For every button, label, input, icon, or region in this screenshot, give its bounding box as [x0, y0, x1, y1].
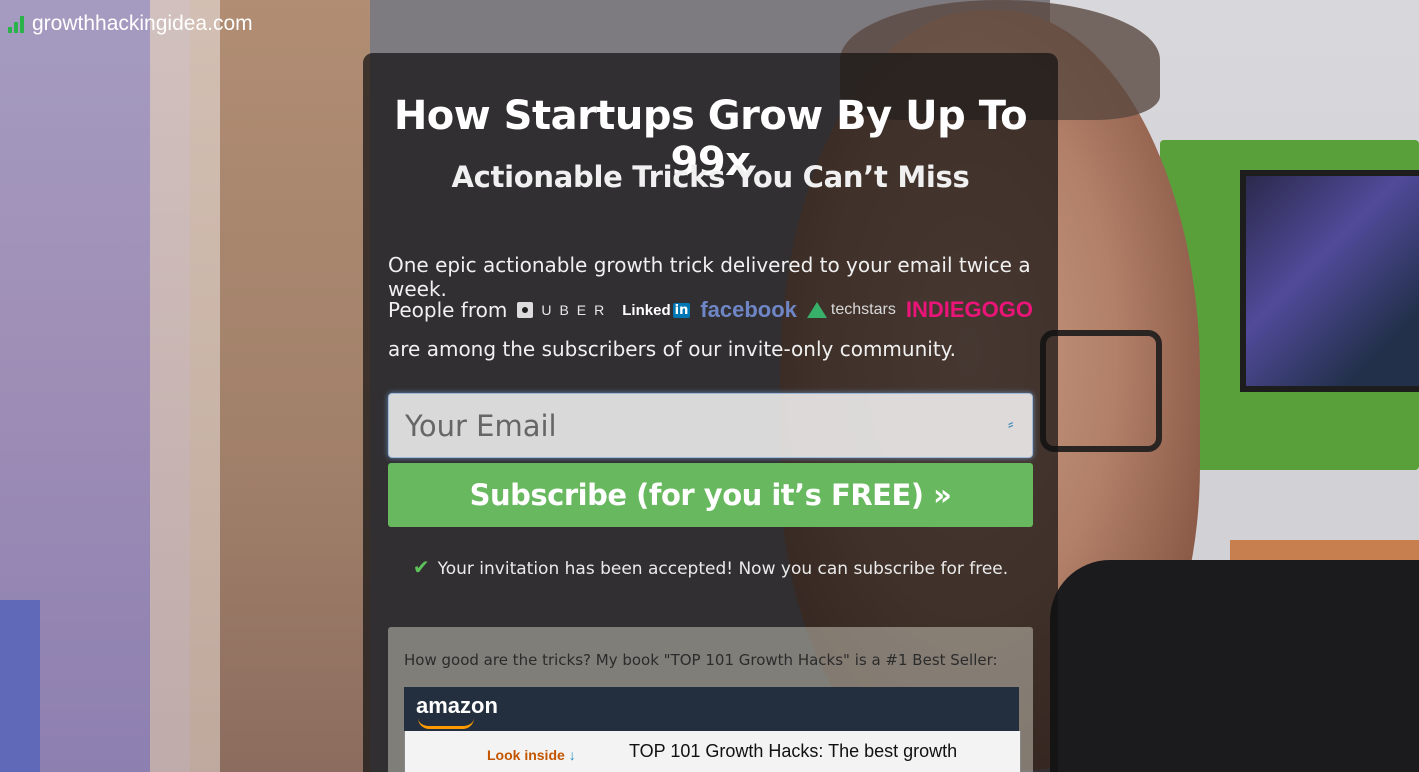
- linkedin-logo: Linked in: [622, 301, 691, 319]
- email-field[interactable]: [388, 393, 1033, 458]
- amazon-header[interactable]: amazon: [404, 687, 1019, 731]
- linkedin-in-badge: in: [672, 302, 691, 318]
- amazon-book-listing[interactable]: Look inside ↓ TOP 101 Growth Hacks: The …: [404, 731, 1021, 772]
- brand-header[interactable]: growthhackingidea.com: [8, 12, 253, 36]
- techstars-icon: [806, 302, 827, 318]
- look-inside-label: Look inside: [487, 747, 565, 763]
- uber-icon: [517, 302, 534, 318]
- look-inside-link[interactable]: Look inside ↓: [487, 747, 576, 763]
- techstars-logo-text: techstars: [830, 301, 896, 318]
- community-text: are among the subscribers of our invite-…: [388, 337, 957, 361]
- amazon-smile-icon: [418, 718, 474, 729]
- social-proof-row: People from UBER Linked in facebook tech…: [388, 295, 1033, 325]
- indiegogo-logo: INDIEGOGO: [905, 297, 1033, 322]
- techstars-logo: techstars: [806, 301, 896, 319]
- arrow-down-icon: ↓: [568, 747, 576, 763]
- subscribe-button[interactable]: Subscribe (for you it’s FREE) »: [388, 463, 1033, 527]
- uber-logo: UBER: [517, 302, 612, 318]
- autofill-key-icon[interactable]: ⸗: [1008, 416, 1013, 434]
- linkedin-logo-text: Linked: [622, 301, 671, 319]
- amazon-logo: amazon: [416, 693, 498, 718]
- invitation-status: ✔ Your invitation has been accepted! Now …: [363, 555, 1058, 579]
- facebook-logo: facebook: [700, 297, 797, 322]
- bar-chart-icon: [8, 15, 24, 33]
- people-from-label: People from: [388, 298, 508, 322]
- invitation-status-text: Your invitation has been accepted! Now y…: [437, 559, 1009, 579]
- book-promo: How good are the tricks? My book "TOP 10…: [388, 627, 1033, 772]
- brand-name[interactable]: growthhackingidea.com: [32, 12, 253, 36]
- uber-logo-text: UBER: [541, 302, 613, 318]
- page-subtitle: Actionable Tricks You Can’t Miss: [451, 160, 970, 194]
- book-caption: How good are the tricks? My book "TOP 10…: [404, 651, 998, 669]
- checkmark-icon: ✔: [412, 555, 430, 579]
- intro-text: One epic actionable growth trick deliver…: [388, 253, 1031, 301]
- book-title-link[interactable]: TOP 101 Growth Hacks: The best growth: [629, 741, 957, 762]
- signup-panel: How Startups Grow By Up To 99x Actionabl…: [363, 53, 1058, 772]
